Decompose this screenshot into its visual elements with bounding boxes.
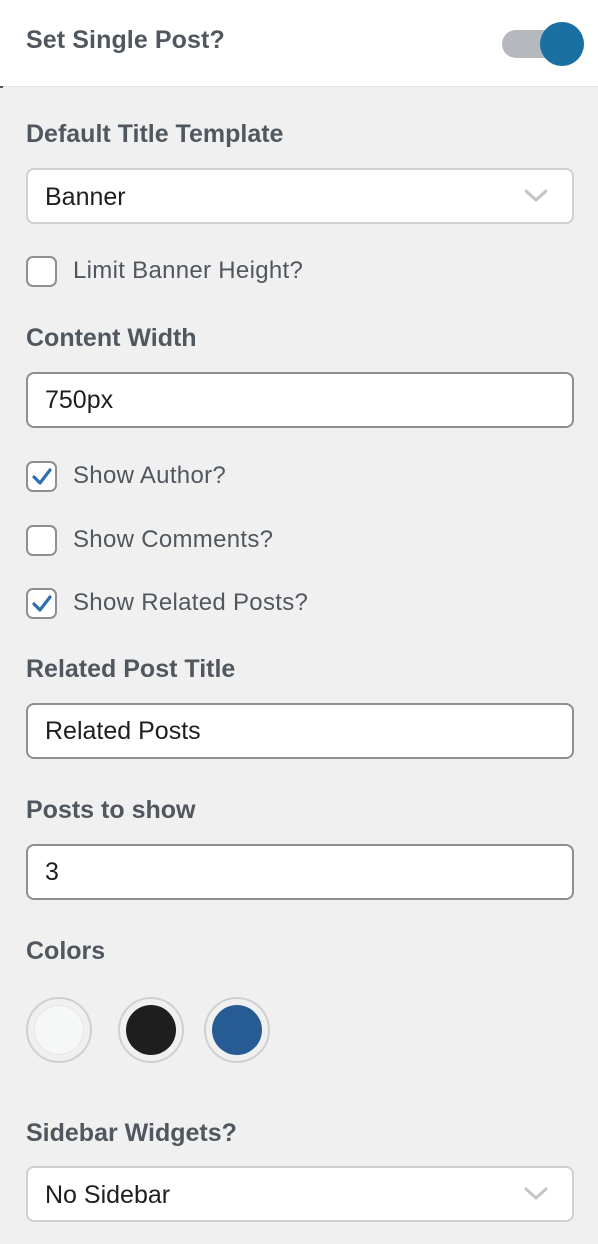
sidebar-widgets-label: Sidebar Widgets? [26,1119,237,1147]
posts-to-show-label: Posts to show [26,796,196,824]
chevron-down-icon [524,189,548,202]
show-related-posts-label: Show Related Posts? [73,589,309,616]
toggle-knob [540,22,584,66]
color-swatch-blue-fill [212,1005,262,1055]
divider-mark [0,86,3,88]
checkmark-icon [32,594,52,612]
color-swatch-black[interactable] [118,997,184,1063]
colors-label: Colors [26,937,106,965]
show-author-label: Show Author? [73,462,227,489]
show-comments-label: Show Comments? [73,526,274,553]
set-single-post-label: Set Single Post? [26,26,225,54]
set-single-post-toggle[interactable] [502,22,584,66]
content-width-input[interactable] [26,372,574,428]
color-swatch-white[interactable] [26,997,92,1063]
posts-to-show-input[interactable] [26,844,574,900]
show-comments-checkbox[interactable] [26,524,57,556]
panel-header: Set Single Post? [0,0,598,87]
related-post-title-input[interactable] [26,703,574,759]
content-width-label: Content Width [26,324,197,352]
sidebar-widgets-value: No Sidebar [45,1181,171,1209]
color-swatch-white-fill [34,1005,84,1055]
default-title-template-value: Banner [45,183,126,211]
show-related-posts-checkbox[interactable] [26,587,57,619]
checkmark-icon [32,467,52,485]
show-author-checkbox[interactable] [26,460,57,492]
default-title-template-label: Default Title Template [26,120,284,148]
color-swatch-blue[interactable] [204,997,270,1063]
color-swatch-black-fill [126,1005,176,1055]
show-comments-option[interactable]: Show Comments? [26,523,273,557]
limit-banner-height-label: Limit Banner Height? [73,257,304,284]
related-post-title-label: Related Post Title [26,655,236,683]
default-title-template-select[interactable]: Banner [26,168,574,224]
sidebar-widgets-select[interactable]: No Sidebar [26,1166,574,1222]
limit-banner-height-option[interactable]: Limit Banner Height? [26,254,303,288]
show-related-posts-option[interactable]: Show Related Posts? [26,586,308,620]
limit-banner-height-checkbox[interactable] [26,255,57,287]
chevron-down-icon [524,1187,548,1200]
show-author-option[interactable]: Show Author? [26,459,226,493]
